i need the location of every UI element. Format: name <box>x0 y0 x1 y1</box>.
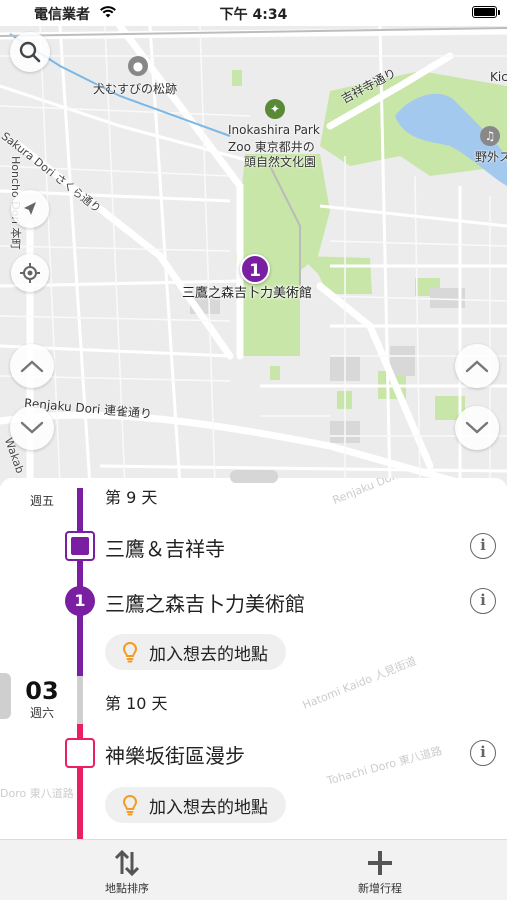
status-bar: 電信業者 下午 4:34 <box>0 0 507 26</box>
selected-day-indicator <box>0 673 11 719</box>
map-label-ki: Kic <box>490 70 507 84</box>
lightbulb-icon <box>122 794 138 816</box>
add-wishlist-label: 加入想去的地點 <box>149 797 268 818</box>
sort-places-label: 地點排序 <box>105 882 149 895</box>
bg-label-hatomi: Hatomi Kaido 人見街道 <box>300 654 419 712</box>
place-name: 三鷹＆吉祥寺 <box>105 537 225 561</box>
day10-weekday: 週六 <box>29 706 54 720</box>
map-label-zoo-en: Inokashira Park <box>228 123 320 137</box>
day10-title: 第 10 天 <box>105 694 168 713</box>
next-item-button-right[interactable] <box>455 406 499 450</box>
sort-places-button[interactable]: 地點排序 <box>67 840 187 900</box>
add-wishlist-label: 加入想去的地點 <box>149 644 268 665</box>
sheet-drag-handle[interactable] <box>230 470 278 483</box>
place-row-ghibli-museum[interactable]: 1 三鷹之森吉卜力美術館 i <box>0 579 507 623</box>
map-label-outdoor-stage: 野外ステ <box>475 150 507 164</box>
bottom-toolbar: 地點排序 新增行程 <box>0 839 507 900</box>
day10-date: 03 <box>25 677 59 705</box>
place-area-marker <box>65 738 95 768</box>
timeline-gap <box>77 676 83 724</box>
plus-icon <box>368 851 392 875</box>
info-icon[interactable]: i <box>470 588 496 614</box>
theater-icon: ♫ <box>480 126 500 146</box>
map-label-inu-musubi: 犬むすびの松跡 <box>93 82 178 96</box>
previous-item-button-right[interactable] <box>455 344 499 388</box>
previous-day-button-left[interactable] <box>10 344 54 388</box>
place-row-mitaka-kichijoji[interactable]: 三鷹＆吉祥寺 i <box>0 524 507 568</box>
place-name: 三鷹之森吉卜力美術館 <box>105 592 305 616</box>
locate-me-button[interactable] <box>11 254 49 292</box>
chevron-down-icon <box>20 421 44 434</box>
clock: 下午 4:34 <box>219 7 288 23</box>
search-icon <box>19 41 41 63</box>
map-pin-label: 三鷹之森吉卜力美術館 <box>182 286 313 301</box>
chevron-down-icon <box>465 421 489 434</box>
day9-weekday: 週五 <box>29 494 54 508</box>
info-icon[interactable]: i <box>470 533 496 559</box>
bg-label-tohachi-left: Doro 東八道路 <box>0 787 74 800</box>
next-day-button-left[interactable] <box>10 406 54 450</box>
map-view[interactable]: ● 犬むすびの松跡 ✦ Inokashira Park Zoo 東京都井の 頭自… <box>0 26 507 486</box>
navigation-arrow-icon <box>24 202 36 215</box>
date-block-day10[interactable]: 03 週六 <box>22 678 62 721</box>
place-row-kagurazaka[interactable]: 神樂坂街區漫步 i <box>0 731 507 775</box>
search-button[interactable] <box>10 32 50 72</box>
day9-title: 第 9 天 <box>105 488 158 507</box>
add-wishlist-place-button-day9[interactable]: 加入想去的地點 <box>105 634 286 670</box>
map-label-zoo-jp2: 頭自然文化園 <box>244 155 317 169</box>
date-block-day9: 週五 <box>22 478 62 509</box>
lightbulb-icon <box>122 641 138 663</box>
itinerary-sheet[interactable]: Renjaku Dori 連雀通り Hatomi Kaido 人見街道 Toha… <box>0 478 507 839</box>
place-name: 神樂坂街區漫步 <box>105 744 245 768</box>
add-wishlist-place-button-day10[interactable]: 加入想去的地點 <box>105 787 286 823</box>
add-trip-label: 新增行程 <box>358 882 402 895</box>
locate-icon <box>20 263 40 283</box>
landmark-icon: ● <box>128 56 148 76</box>
chevron-up-icon <box>20 360 44 373</box>
compass-button[interactable] <box>11 190 49 228</box>
chevron-up-icon <box>465 360 489 373</box>
place-number-marker: 1 <box>65 586 95 616</box>
map-pin-ghibli-museum[interactable]: 1 <box>240 254 270 284</box>
zoo-icon: ✦ <box>265 99 285 119</box>
info-icon[interactable]: i <box>470 740 496 766</box>
battery-icon <box>472 6 497 18</box>
place-area-marker <box>65 531 95 561</box>
bg-label-renjaku: Renjaku Dori 連雀通り <box>330 478 445 507</box>
sort-arrows-icon <box>114 849 140 877</box>
add-trip-button[interactable]: 新增行程 <box>320 840 440 900</box>
